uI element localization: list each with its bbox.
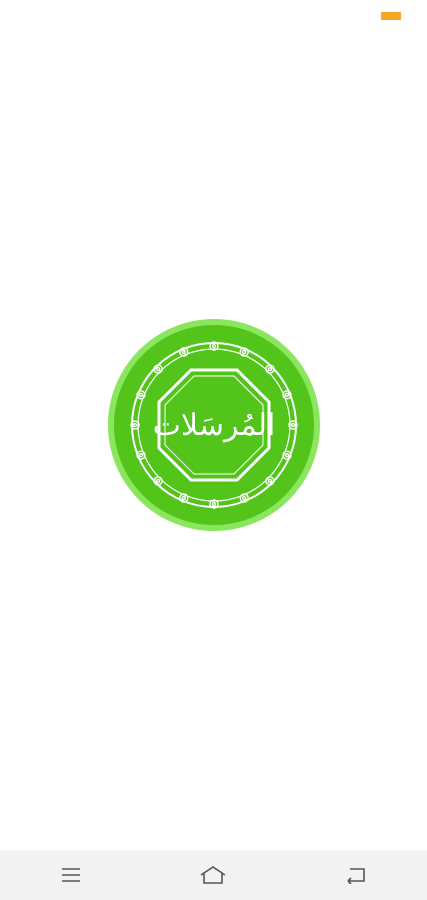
- menu-icon: [62, 868, 81, 882]
- splash-screen: المُرسَلات: [0, 0, 427, 900]
- nav-back-button[interactable]: [331, 855, 381, 895]
- home-icon: [201, 866, 226, 884]
- nav-home-button[interactable]: [188, 855, 238, 895]
- nav-menu-button[interactable]: [46, 855, 96, 895]
- back-icon: [347, 868, 365, 884]
- battery-indicator: [381, 12, 401, 20]
- logo-title: المُرسَلات: [152, 407, 276, 443]
- system-navigation-bar: [0, 850, 427, 900]
- app-logo: المُرسَلات: [107, 318, 321, 532]
